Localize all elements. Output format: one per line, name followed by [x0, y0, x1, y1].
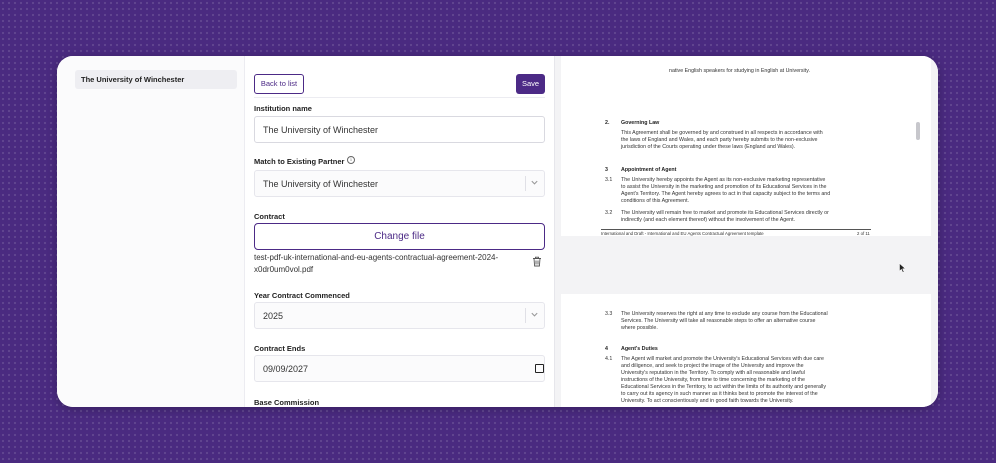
clause-number: 3.3: [605, 311, 613, 317]
select-separator: [525, 308, 526, 323]
app-card: The University of Winchester Back to lis…: [57, 56, 938, 407]
year-commenced-select[interactable]: 2025: [254, 302, 545, 329]
back-to-list-button[interactable]: Back to list: [254, 74, 304, 94]
year-commenced-value: 2025: [263, 311, 284, 321]
save-button[interactable]: Save: [516, 74, 545, 94]
match-partner-value: The University of Winchester: [263, 179, 379, 189]
section-title: Governing Law: [621, 120, 660, 126]
institution-name-value: The University of Winchester: [263, 125, 379, 135]
page-footer-title: International and Draft - International …: [601, 231, 764, 236]
document-page: 3.3 The University reserves the right at…: [561, 294, 931, 407]
trash-icon[interactable]: [532, 256, 542, 267]
doc-text-line: indirectly (and each element thereof) wi…: [621, 217, 796, 223]
section-number: 2.: [605, 120, 610, 126]
section-number: 3: [605, 167, 608, 173]
toolbar-divider: [254, 97, 545, 98]
sidebar-item-university-of-winchester[interactable]: The University of Winchester: [75, 70, 237, 89]
chevron-down-icon[interactable]: [530, 178, 539, 187]
preview-scrollbar[interactable]: [916, 122, 920, 140]
section-title: Agent's Duties: [621, 346, 658, 352]
institution-name-label: Institution name: [254, 104, 312, 113]
checkbox-icon[interactable]: [535, 364, 544, 373]
year-commenced-label: Year Contract Commenced: [254, 291, 350, 300]
document-preview[interactable]: native English speakers for studying in …: [554, 56, 938, 407]
base-commission-label: Base Commission: [254, 398, 320, 407]
clause-number: 4.1: [605, 356, 613, 362]
sidebar: The University of Winchester: [57, 56, 245, 407]
match-partner-label: Match to Existing Partner: [254, 157, 345, 166]
doc-text-line: native English speakers for studying in …: [669, 68, 810, 74]
edit-form: Back to list Save Institution name The U…: [245, 56, 554, 407]
contract-ends-label: Contract Ends: [254, 344, 306, 353]
contract-ends-value: 09/09/2027: [263, 364, 309, 374]
doc-text-line: where possible.: [621, 325, 658, 331]
section-number: 4: [605, 346, 608, 352]
document-page: native English speakers for studying in …: [561, 56, 931, 236]
cursor-icon: [899, 263, 906, 273]
contract-filename: test-pdf-uk-international-and-eu-agents-…: [254, 253, 499, 274]
chevron-down-icon[interactable]: [530, 310, 539, 319]
info-icon[interactable]: i: [347, 156, 355, 164]
change-file-button[interactable]: Change file: [254, 223, 545, 250]
doc-text-line: conditions of this Agreement.: [621, 198, 690, 204]
clause-number: 3.2: [605, 210, 613, 216]
institution-name-input[interactable]: The University of Winchester: [254, 116, 545, 143]
contract-ends-input[interactable]: 09/09/2027: [254, 355, 545, 382]
contract-label: Contract: [254, 212, 285, 221]
clause-number: 3.1: [605, 177, 613, 183]
doc-text-line: University. To act conscientiously and i…: [621, 398, 794, 404]
match-partner-select[interactable]: The University of Winchester: [254, 170, 545, 197]
page-footer-number: 2 of 11: [857, 231, 870, 236]
doc-text-line: jurisdiction of the Courts operating und…: [621, 144, 796, 150]
select-separator: [525, 176, 526, 191]
section-title: Appointment of Agent: [621, 167, 677, 173]
